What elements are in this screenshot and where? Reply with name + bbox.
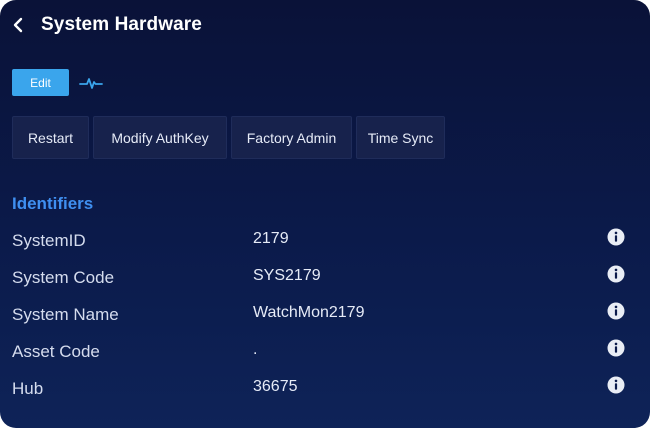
row-value: WatchMon2179 <box>253 304 365 321</box>
info-icon[interactable] <box>607 302 625 320</box>
system-hardware-panel: System Hardware Edit Restart Modify Auth… <box>0 0 650 428</box>
page-title: System Hardware <box>41 14 202 35</box>
back-button[interactable] <box>12 10 32 40</box>
pulse-button[interactable] <box>79 73 103 93</box>
row-label: Asset Code <box>12 342 100 361</box>
row-value: 36675 <box>253 378 298 395</box>
row-label: SystemID <box>12 231 86 250</box>
info-icon[interactable] <box>607 376 625 394</box>
identifier-row-system-name: System Name WatchMon2179 <box>12 297 632 334</box>
identifier-row-systemid: SystemID 2179 <box>12 223 632 260</box>
edit-button[interactable]: Edit <box>12 69 69 96</box>
identifier-row-asset-code: Asset Code . <box>12 334 632 371</box>
pulse-icon <box>79 77 103 89</box>
row-value: . <box>253 341 258 358</box>
header: System Hardware <box>12 10 202 40</box>
identifier-row-system-code: System Code SYS2179 <box>12 260 632 297</box>
modify-authkey-button[interactable]: Modify AuthKey <box>93 116 227 159</box>
factory-admin-button[interactable]: Factory Admin <box>231 116 352 159</box>
time-sync-button[interactable]: Time Sync <box>356 116 445 159</box>
row-label: System Name <box>12 305 119 324</box>
info-icon[interactable] <box>607 265 625 283</box>
row-label: Hub <box>12 379 44 398</box>
info-icon[interactable] <box>607 339 625 357</box>
row-value: 2179 <box>253 230 289 247</box>
section-title-identifiers: Identifiers <box>12 194 94 213</box>
row-label: System Code <box>12 268 115 287</box>
toolbar: Edit <box>12 69 103 96</box>
identifier-list: SystemID 2179 System Code SYS2179 System… <box>12 223 632 408</box>
info-icon[interactable] <box>607 228 625 246</box>
chevron-left-icon <box>13 17 23 33</box>
action-buttons: Restart Modify AuthKey Factory Admin Tim… <box>12 116 445 159</box>
identifier-row-hub: Hub 36675 <box>12 371 632 408</box>
row-value: SYS2179 <box>253 267 321 284</box>
restart-button[interactable]: Restart <box>12 116 89 159</box>
